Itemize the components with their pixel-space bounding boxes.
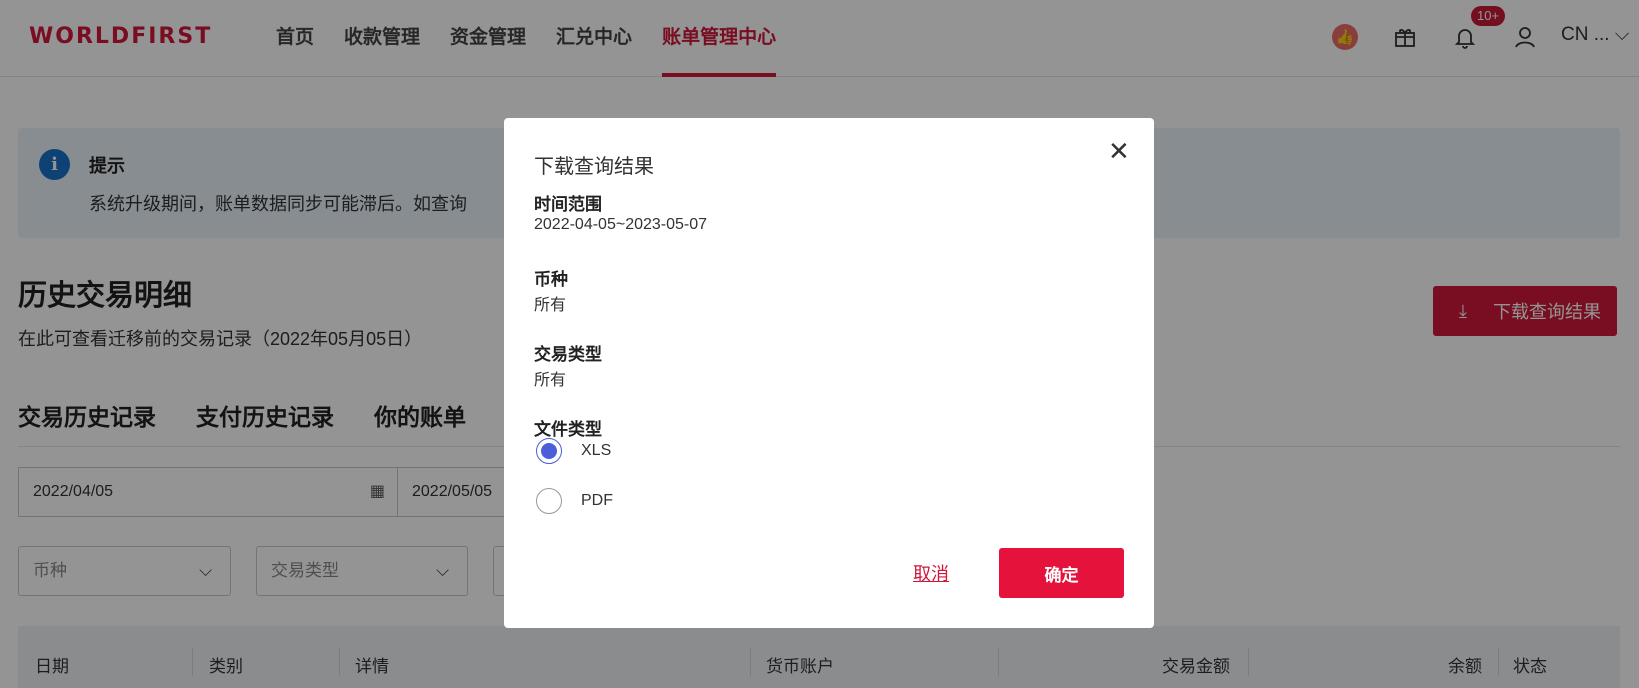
- currency-value: 所有: [534, 297, 567, 314]
- confirm-button[interactable]: 确定: [999, 548, 1124, 598]
- radio-xls-label: XLS: [581, 442, 612, 459]
- radio-pdf[interactable]: [536, 488, 562, 514]
- download-dialog: 下载查询结果 ✕ 时间范围 2022-04-05~2023-05-07 币种 所…: [504, 118, 1154, 628]
- file-type-label: 文件类型: [534, 420, 602, 439]
- radio-pdf-label: PDF: [581, 492, 613, 509]
- dialog-title: 下载查询结果: [534, 156, 654, 178]
- file-type-option-xls[interactable]: XLS: [536, 438, 611, 464]
- radio-xls[interactable]: [536, 438, 562, 464]
- transaction-type-value: 所有: [534, 372, 567, 389]
- currency-label: 币种: [534, 270, 568, 289]
- close-icon[interactable]: ✕: [1108, 136, 1130, 166]
- time-range-value: 2022-04-05~2023-05-07: [534, 216, 708, 233]
- cancel-button[interactable]: 取消: [913, 560, 949, 586]
- file-type-option-pdf[interactable]: PDF: [536, 488, 613, 514]
- transaction-type-label: 交易类型: [534, 345, 602, 364]
- time-range-label: 时间范围: [534, 195, 602, 214]
